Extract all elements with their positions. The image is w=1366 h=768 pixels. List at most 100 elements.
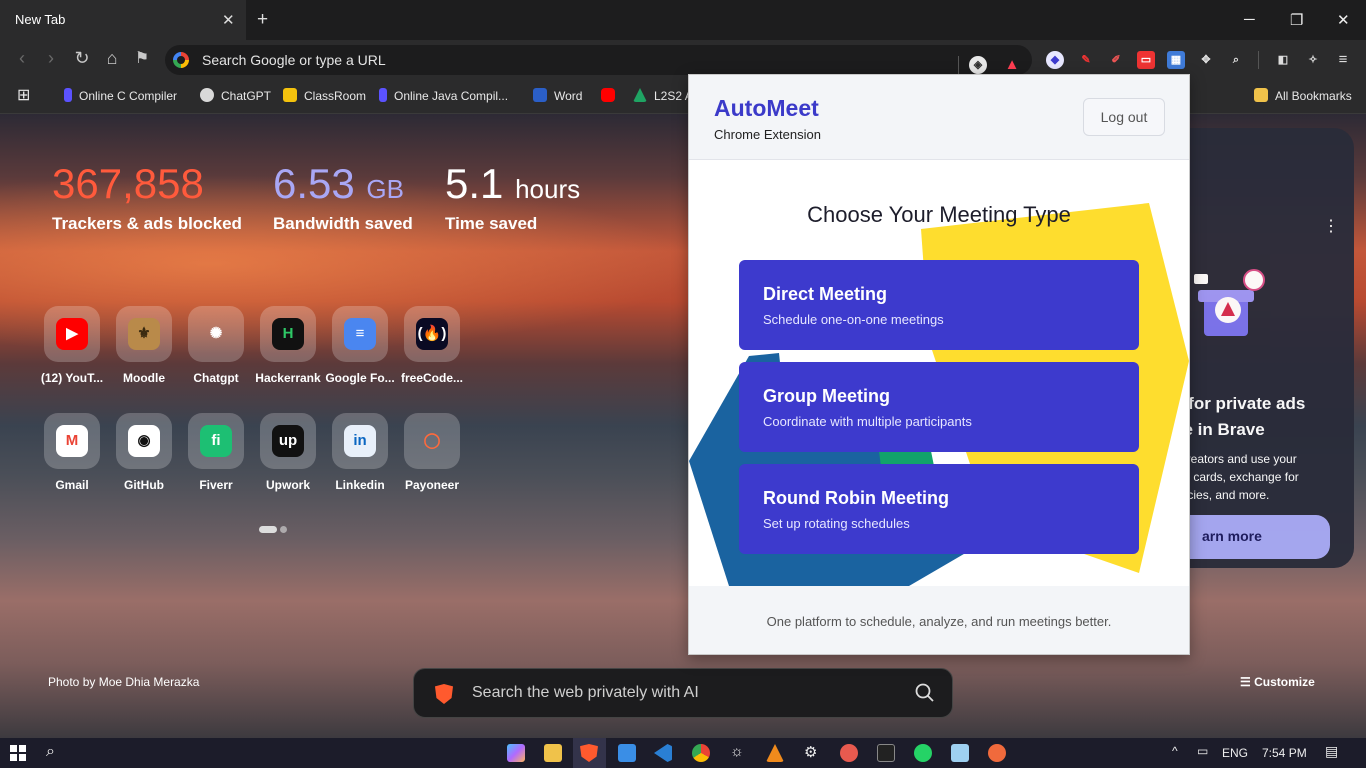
forward-icon[interactable]: › [39, 48, 63, 69]
extension-icon-4[interactable]: ▭ [1137, 51, 1155, 69]
puzzle-icon[interactable]: ✥ [1197, 51, 1215, 69]
terminal-icon[interactable] [877, 744, 895, 762]
top-site-tile[interactable]: M [44, 413, 100, 469]
extension-icon-3[interactable]: ✐ [1107, 51, 1125, 69]
top-site-tile[interactable]: H [260, 306, 316, 362]
bandwidth-saved-label: Bandwidth saved [273, 214, 413, 233]
monitor-icon[interactable] [618, 744, 636, 762]
bookmark-item[interactable]: L2S2 A [633, 88, 693, 103]
chatgpt-icon [200, 88, 214, 102]
top-site-tile[interactable]: ◉ [116, 413, 172, 469]
tab-new-tab[interactable]: New Tab ✕ [0, 0, 246, 40]
card-menu-icon[interactable]: ⋮ [1323, 216, 1339, 236]
round-robin-meeting-card[interactable]: Round Robin Meeting Set up rotating sche… [739, 464, 1139, 554]
brave-rewards-icon[interactable]: ▲ [1003, 56, 1021, 74]
bookmark-item[interactable] [601, 88, 622, 103]
site-icon: fi [200, 425, 232, 457]
bookmark-item[interactable]: Online Java Compil... [379, 88, 508, 103]
clock[interactable]: 7:54 PM [1262, 746, 1307, 760]
word-icon [533, 88, 547, 102]
windows-start-icon[interactable] [10, 745, 26, 761]
learn-more-button[interactable]: arn more [1176, 515, 1330, 559]
web-search-box[interactable]: Search the web privately with AI [413, 668, 953, 718]
leo-ai-icon[interactable]: ✧ [1304, 51, 1322, 69]
customize-button[interactable]: ☰ Customize [1240, 675, 1315, 689]
top-site-label[interactable]: Payoneer [387, 478, 477, 492]
brave-logo-icon [435, 684, 453, 704]
chevron-up-icon[interactable]: ^ [1172, 744, 1178, 758]
app-title: AutoMeet [714, 95, 819, 121]
extension-icon-2[interactable]: ✎ [1077, 51, 1095, 69]
tab-search-icon[interactable]: ⌕ [1227, 51, 1245, 69]
automeet-extension-icon[interactable]: ▦ [1167, 51, 1185, 69]
top-site-tile[interactable]: ✺ [188, 306, 244, 362]
whatsapp-icon[interactable] [914, 744, 932, 762]
chrome-icon[interactable] [692, 744, 710, 762]
top-site-tile[interactable]: fi [188, 413, 244, 469]
time-saved-count: 5.1 hours [445, 160, 581, 207]
vscode-icon[interactable] [654, 744, 672, 762]
close-tab-icon[interactable]: ✕ [222, 11, 235, 29]
back-icon[interactable]: ‹ [10, 48, 34, 69]
restore-button[interactable]: ❐ [1290, 11, 1303, 29]
tab-strip: New Tab ✕ + ─ ❐ ✕ [0, 0, 1366, 40]
photo-credit[interactable]: Photo by Moe Dhia Merazka [48, 675, 199, 689]
popup-footer: One platform to schedule, analyze, and r… [689, 586, 1189, 654]
notepad-icon[interactable] [951, 744, 969, 762]
address-bar[interactable]: Search Google or type a URL ◈ ▲ [165, 45, 1032, 75]
search-icon[interactable] [914, 682, 936, 704]
bookmark-icon[interactable]: ⚑ [130, 48, 154, 68]
top-site-tile[interactable]: ⚜ [116, 306, 172, 362]
popup-body: Choose Your Meeting Type Direct Meeting … [689, 161, 1189, 586]
group-meeting-card[interactable]: Group Meeting Coordinate with multiple p… [739, 362, 1139, 452]
home-icon[interactable]: ⌂ [100, 48, 124, 69]
top-site-tile[interactable]: ◯ [404, 413, 460, 469]
extension-icon-1[interactable]: ◆ [1046, 51, 1064, 69]
display-icon[interactable]: ▭ [1197, 744, 1208, 758]
top-site-tile[interactable]: in [332, 413, 388, 469]
vlc-icon[interactable] [766, 744, 784, 762]
sidebar-icon[interactable]: ◧ [1274, 51, 1292, 69]
site-icon: ◉ [128, 425, 160, 457]
language-indicator[interactable]: ENG [1222, 746, 1248, 760]
bookmark-item[interactable]: Online C Compiler [64, 88, 177, 103]
drive-icon [633, 88, 647, 102]
search-icon[interactable]: ⌕ [46, 743, 55, 761]
classroom-icon [283, 88, 297, 102]
logout-button[interactable]: Log out [1083, 98, 1165, 136]
top-site-tile[interactable]: up [260, 413, 316, 469]
bookmark-item[interactable]: Word [533, 88, 582, 103]
app-icon[interactable] [840, 744, 858, 762]
youtube-icon [601, 88, 615, 102]
app-subtitle: Chrome Extension [714, 127, 821, 142]
notifications-icon[interactable]: ▤ [1325, 743, 1338, 760]
reload-icon[interactable]: ↻ [70, 48, 94, 69]
automeet-popup: AutoMeet Chrome Extension Log out Choose… [688, 74, 1190, 655]
brightness-icon[interactable]: ☼ [730, 743, 744, 760]
top-site-tile[interactable]: (🔥) [404, 306, 460, 362]
site-icon: ✺ [209, 325, 223, 342]
site-icon: H [272, 318, 304, 350]
apps-grid-icon[interactable]: ⊞ [17, 85, 30, 105]
bookmark-item[interactable]: ClassRoom [283, 88, 366, 103]
app-icon-orange[interactable] [988, 744, 1006, 762]
brave-shields-icon[interactable]: ◈ [969, 56, 987, 74]
card-headline-1: s for private ads [1174, 394, 1306, 413]
new-tab-button[interactable]: + [257, 9, 268, 31]
all-bookmarks[interactable]: All Bookmarks [1254, 88, 1352, 103]
menu-icon[interactable]: ≡ [1334, 51, 1352, 69]
page-dot[interactable] [280, 526, 287, 534]
top-site-tile[interactable]: ≡ [332, 306, 388, 362]
close-window-button[interactable]: ✕ [1337, 11, 1350, 29]
settings-gear-icon[interactable]: ⚙ [804, 743, 817, 761]
top-site-tile[interactable]: ▶ [44, 306, 100, 362]
meeting-type-heading: Choose Your Meeting Type [807, 202, 1071, 227]
copilot-icon[interactable] [507, 744, 525, 762]
minimize-button[interactable]: ─ [1244, 11, 1255, 28]
page-dot-active[interactable] [259, 526, 277, 534]
site-icon: up [272, 425, 304, 457]
direct-meeting-card[interactable]: Direct Meeting Schedule one-on-one meeti… [739, 260, 1139, 350]
bookmark-item[interactable]: ChatGPT [200, 88, 271, 103]
file-explorer-icon[interactable] [544, 744, 562, 762]
top-site-label[interactable]: freeCode... [387, 371, 477, 385]
